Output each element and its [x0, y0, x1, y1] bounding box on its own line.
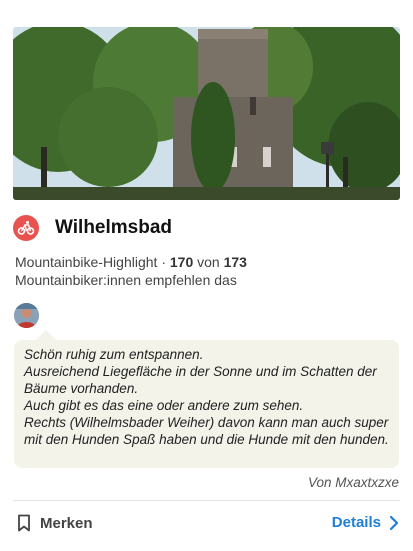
tip-bubble: Schön ruhig zum entspannen. Ausreichend …: [14, 330, 399, 468]
mountainbike-icon: [13, 215, 39, 241]
tower-photo: [13, 27, 400, 200]
save-button[interactable]: Merken: [17, 514, 93, 532]
separator: ·: [161, 254, 166, 270]
highlight-rank: Mountainbike-Highlight · 170 von 173: [15, 254, 247, 270]
rank-total: 173: [223, 254, 247, 270]
rank-value: 170: [169, 254, 194, 270]
divider: [13, 500, 400, 501]
tip-text: Schön ruhig zum entspannen. Ausreichend …: [24, 347, 389, 447]
save-label: Merken: [40, 514, 93, 532]
highlight-title[interactable]: Wilhelmsbad: [55, 217, 172, 239]
details-button[interactable]: Details: [332, 514, 399, 531]
user-avatar[interactable]: [14, 303, 39, 328]
category-label: Mountainbike-Highlight: [15, 254, 158, 270]
tip-author[interactable]: Von Mxaxtxzxe: [308, 475, 399, 490]
details-label: Details: [331, 514, 381, 531]
chevron-right-icon: [389, 515, 399, 530]
highlight-photo[interactable]: [13, 27, 400, 200]
recommend-text: Mountainbiker:innen empfehlen das: [15, 272, 237, 288]
rank-of: von: [197, 254, 220, 270]
highlight-header: Wilhelmsbad: [13, 213, 172, 243]
bookmark-icon: [18, 514, 30, 532]
